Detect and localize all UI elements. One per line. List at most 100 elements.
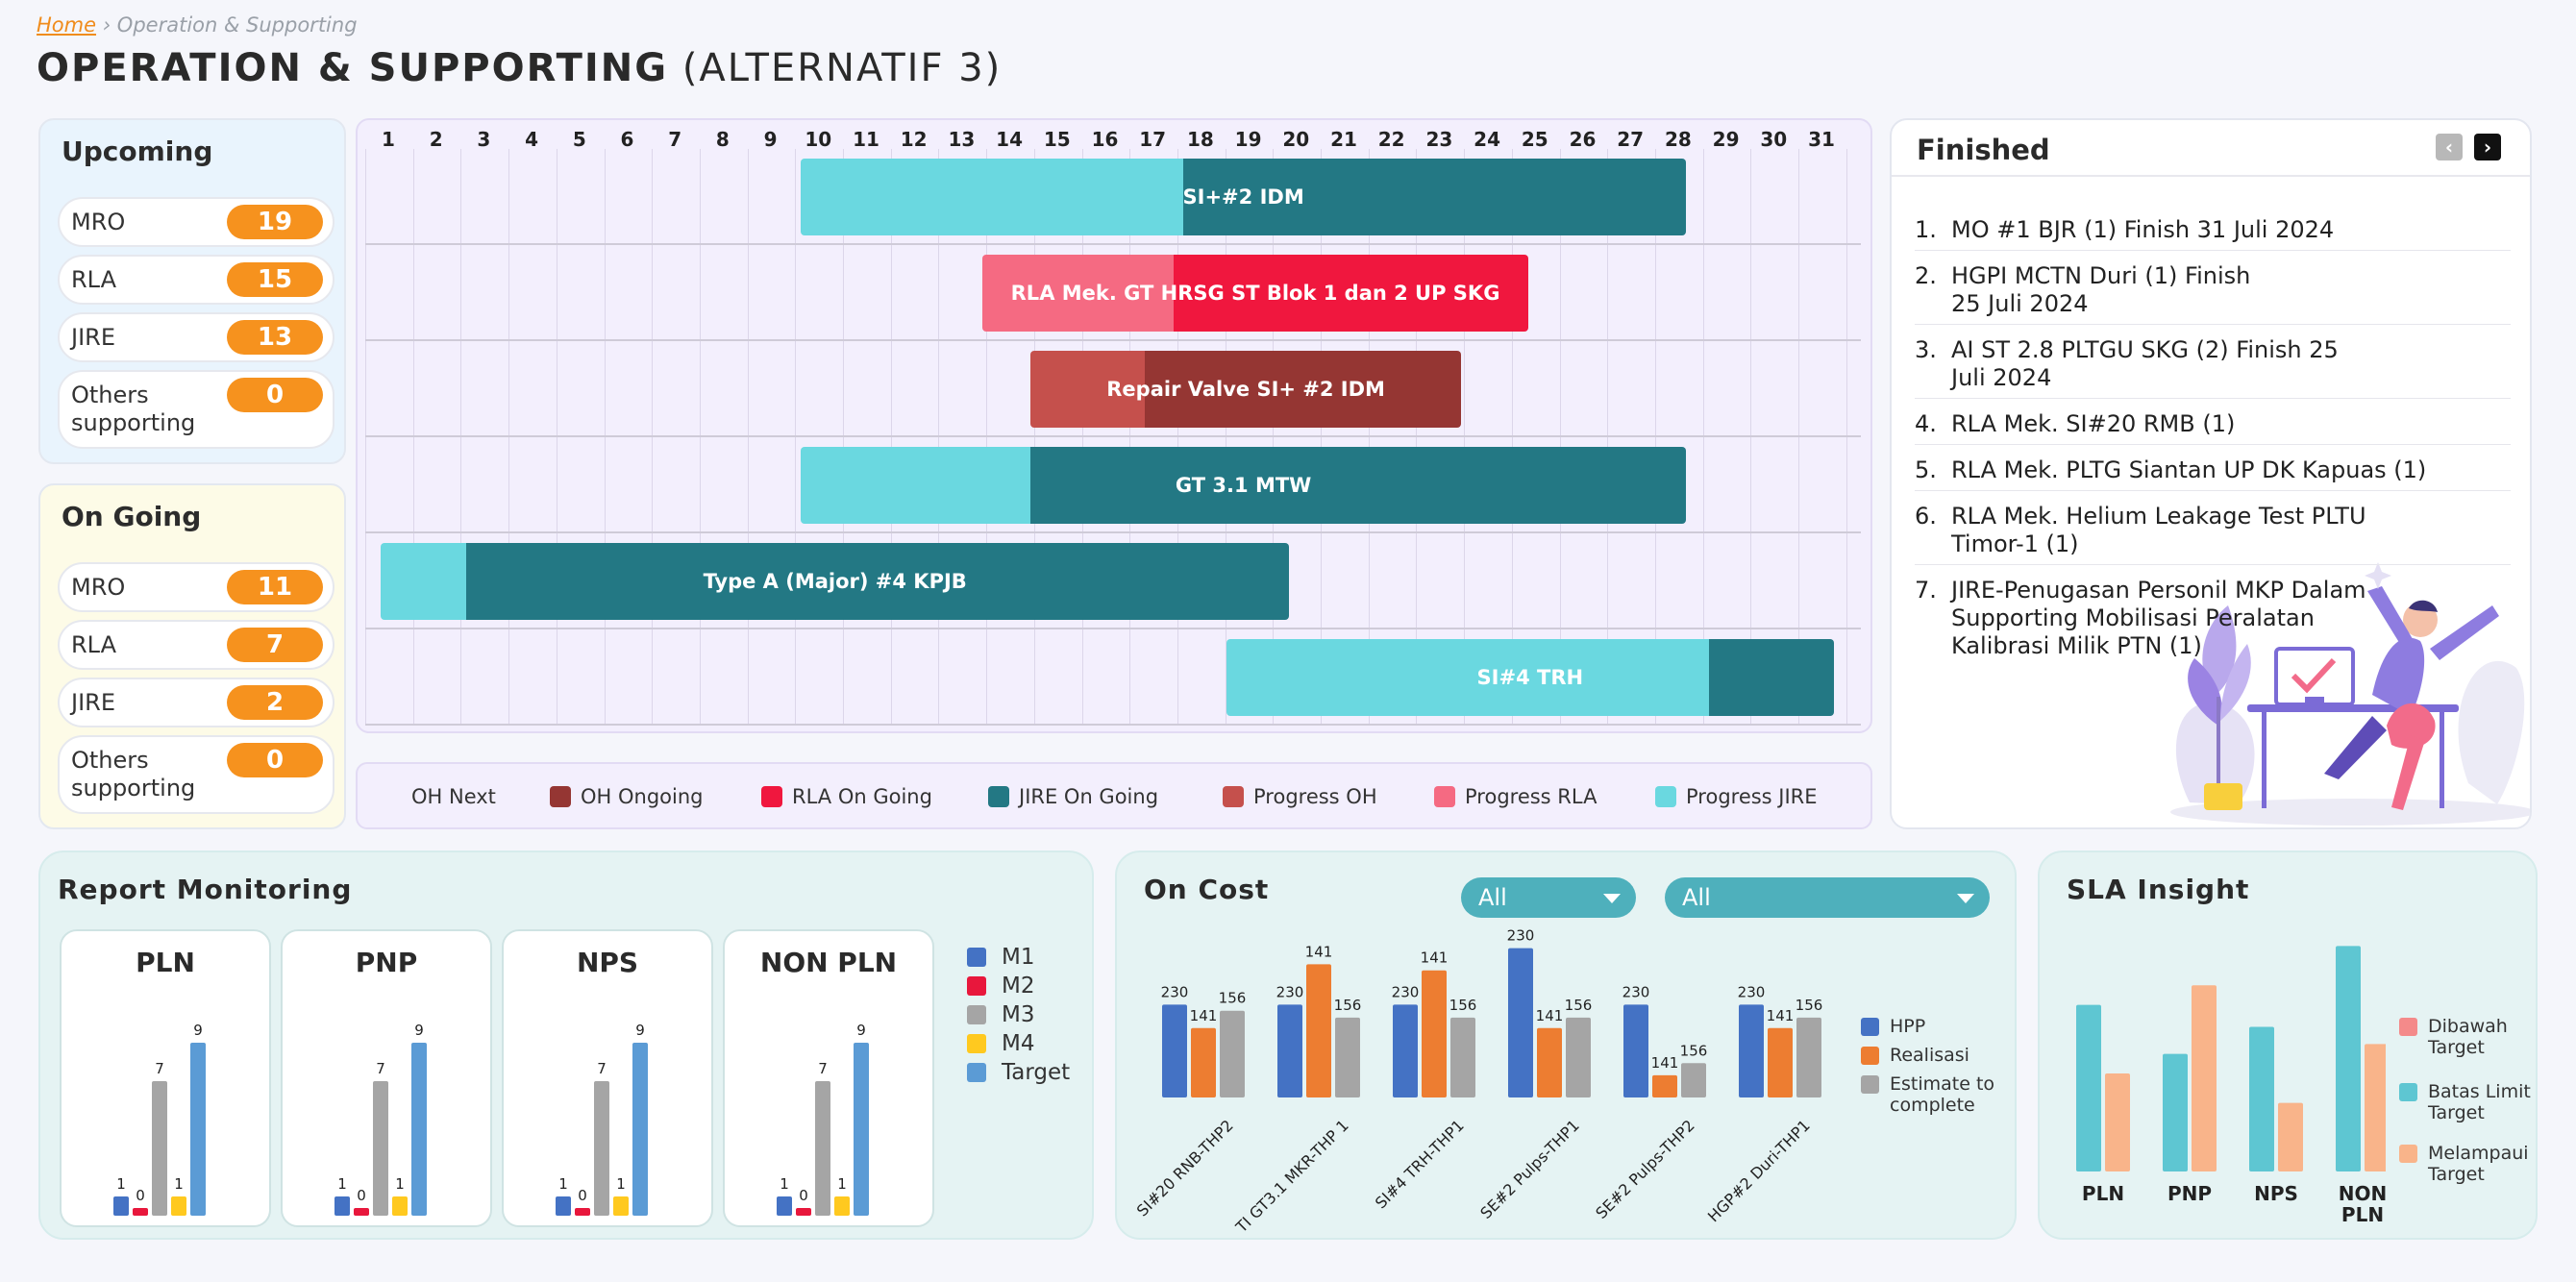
ongoing-item-jire[interactable]: JIRE 2 xyxy=(58,678,334,727)
gantt-day-label: 30 xyxy=(1760,128,1788,151)
gantt-bar[interactable]: RLA Mek. GT HRSG ST Blok 1 dan 2 UP SKG xyxy=(982,255,1528,332)
legend-swatch xyxy=(2399,1083,2417,1101)
report-bar xyxy=(354,1208,369,1216)
on-cost-bar xyxy=(1393,1004,1418,1097)
legend-oh-next: OH Next xyxy=(411,785,496,808)
report-bar-value: 1 xyxy=(174,1175,184,1193)
gantt-bar[interactable]: SI+#2 IDM xyxy=(801,159,1686,235)
legend-label: M3 xyxy=(1002,1002,1035,1027)
ongoing-item-label: Others supporting xyxy=(71,747,196,801)
finished-item[interactable]: 7. JIRE-Penugasan Personil MKP Dalam Supp… xyxy=(1915,577,2511,666)
upcoming-item-rla[interactable]: RLA 15 xyxy=(58,255,334,305)
legend-label: Batas Limit Target xyxy=(2428,1081,2531,1123)
sla-bar xyxy=(2105,1073,2130,1171)
report-bar-value: 0 xyxy=(799,1187,808,1204)
finished-item[interactable]: 3. AI ST 2.8 PLTGU SKG (2) Finish 25 Juli… xyxy=(1915,336,2511,399)
ongoing-item-rla[interactable]: RLA 7 xyxy=(58,620,334,670)
report-chart-pln: PLN 10719 xyxy=(60,929,271,1227)
legend-swatch xyxy=(761,786,782,807)
gantt-bar[interactable]: SI#4 TRH xyxy=(1226,639,1835,716)
report-bar-value: 0 xyxy=(578,1187,587,1204)
ongoing-item-mro[interactable]: MRO 11 xyxy=(58,562,334,612)
ongoing-item-others[interactable]: Others supporting 0 xyxy=(58,735,334,814)
on-cost-bar-value: 230 xyxy=(1276,983,1304,1000)
gantt-bar-label: RLA Mek. GT HRSG ST Blok 1 dan 2 UP SKG xyxy=(1010,282,1500,305)
finished-panel: Finished ‹ › 1. MO #1 BJR (1) Finish 31 J… xyxy=(1890,118,2532,829)
on-cost-bar-value: 141 xyxy=(1190,1007,1218,1024)
finished-item[interactable]: 5. RLA Mek. PLTG Siantan UP DK Kapuas (1) xyxy=(1915,456,2511,491)
upcoming-title: Upcoming xyxy=(62,136,213,167)
gantt-day-label: 26 xyxy=(1569,128,1597,151)
upcoming-count-badge: 19 xyxy=(227,205,323,239)
legend-jire-ongoing: JIRE On Going xyxy=(988,785,1158,808)
breadcrumb-separator: › xyxy=(102,13,111,37)
upcoming-item-others[interactable]: Others supporting 0 xyxy=(58,370,334,449)
report-bar xyxy=(777,1196,792,1216)
gantt-bar[interactable]: Repair Valve SI+ #2 IDM xyxy=(1029,351,1462,428)
gantt-gridline xyxy=(795,149,797,726)
report-bar xyxy=(171,1196,186,1216)
upcoming-item-mro[interactable]: MRO 19 xyxy=(58,197,334,247)
report-bar xyxy=(190,1043,206,1216)
legend-swatch xyxy=(967,1005,986,1024)
report-legend-target: Target xyxy=(967,1060,1070,1085)
gantt-day-label: 15 xyxy=(1043,128,1071,151)
sla-legend-limit-target: Batas Limit Target xyxy=(2399,1081,2534,1123)
gantt-row-divider xyxy=(365,243,1861,245)
report-bar xyxy=(854,1043,869,1216)
legend-progress-jire: Progress JIRE xyxy=(1655,785,1818,808)
ongoing-title: On Going xyxy=(62,501,202,532)
breadcrumb-home-link[interactable]: Home xyxy=(37,13,96,37)
report-legend-m3: M3 xyxy=(967,1002,1034,1027)
on-cost-bar xyxy=(1566,1017,1591,1097)
legend-label: Progress RLA xyxy=(1465,785,1598,808)
finished-item-number: 6. xyxy=(1915,503,1937,530)
report-chart-nps: NPS 10719 xyxy=(502,929,713,1227)
report-chart-pnp: PNP 10719 xyxy=(281,929,492,1227)
gantt-gridline xyxy=(1033,149,1035,726)
gantt-gridline xyxy=(460,149,462,726)
gantt-day-label: 21 xyxy=(1330,128,1357,151)
legend-label: Estimate to complete xyxy=(1890,1073,1995,1116)
page-title-sub: (ALTERNATIF 3) xyxy=(681,46,1003,90)
legend-swatch xyxy=(1655,786,1676,807)
finished-item-text: AI ST 2.8 PLTGU SKG (2) Finish 25 Juli 2… xyxy=(1951,336,2339,391)
report-bar xyxy=(815,1081,830,1216)
report-bar-value: 1 xyxy=(616,1175,626,1193)
gantt-day-label: 25 xyxy=(1521,128,1548,151)
report-legend-m1: M1 xyxy=(967,945,1034,970)
report-bar-value: 1 xyxy=(558,1175,568,1193)
report-chart-svg: 10719 xyxy=(777,1022,869,1216)
report-bar-value: 9 xyxy=(635,1022,645,1039)
report-bar xyxy=(834,1196,850,1216)
gantt-bar[interactable]: GT 3.1 MTW xyxy=(801,447,1686,524)
legend-label: Melampaui Target xyxy=(2428,1143,2529,1185)
gantt-day-label: 24 xyxy=(1474,128,1501,151)
report-bar xyxy=(632,1043,648,1216)
finished-prev-button[interactable]: ‹ xyxy=(2436,134,2463,160)
page-title: OPERATION & SUPPORTING (ALTERNATIF 3) xyxy=(37,46,1002,90)
report-bar xyxy=(373,1081,388,1216)
gantt-day-label: 7 xyxy=(668,128,682,151)
finished-item[interactable]: 6. RLA Mek. Helium Leakage Test PLTU Timo… xyxy=(1915,503,2511,565)
finished-item[interactable]: 4. RLA Mek. SI#20 RMB (1) xyxy=(1915,410,2511,445)
ongoing-count-badge: 11 xyxy=(227,570,323,604)
on-cost-bar xyxy=(1537,1027,1562,1097)
report-bar-value: 9 xyxy=(856,1022,866,1039)
upcoming-panel: Upcoming MRO 19 RLA 15 JIRE 13 Others su… xyxy=(38,118,346,464)
legend-swatch xyxy=(2399,1145,2417,1163)
on-cost-bar-value: 141 xyxy=(1421,949,1449,967)
on-cost-category-label: SE#2 Pulps-THP1 xyxy=(1476,1116,1583,1222)
report-bar xyxy=(392,1196,408,1216)
gantt-row-divider xyxy=(365,724,1861,726)
upcoming-count-badge: 0 xyxy=(227,378,323,412)
upcoming-item-jire[interactable]: JIRE 13 xyxy=(58,312,334,362)
finished-item[interactable]: 2. HGPI MCTN Duri (1) Finish 25 Juli 2024 xyxy=(1915,262,2511,325)
report-legend-m4: M4 xyxy=(967,1031,1034,1056)
finished-next-button[interactable]: › xyxy=(2474,134,2501,160)
on-cost-card: On Cost All All 230 141 156 SI#20 RNB-THP2 2… xyxy=(1115,851,2017,1240)
on-cost-bar xyxy=(1508,948,1533,1097)
gantt-day-label: 6 xyxy=(620,128,634,151)
finished-item[interactable]: 1. MO #1 BJR (1) Finish 31 Juli 2024 xyxy=(1915,216,2511,251)
gantt-bar[interactable]: Type A (Major) #4 KPJB xyxy=(380,543,1290,620)
